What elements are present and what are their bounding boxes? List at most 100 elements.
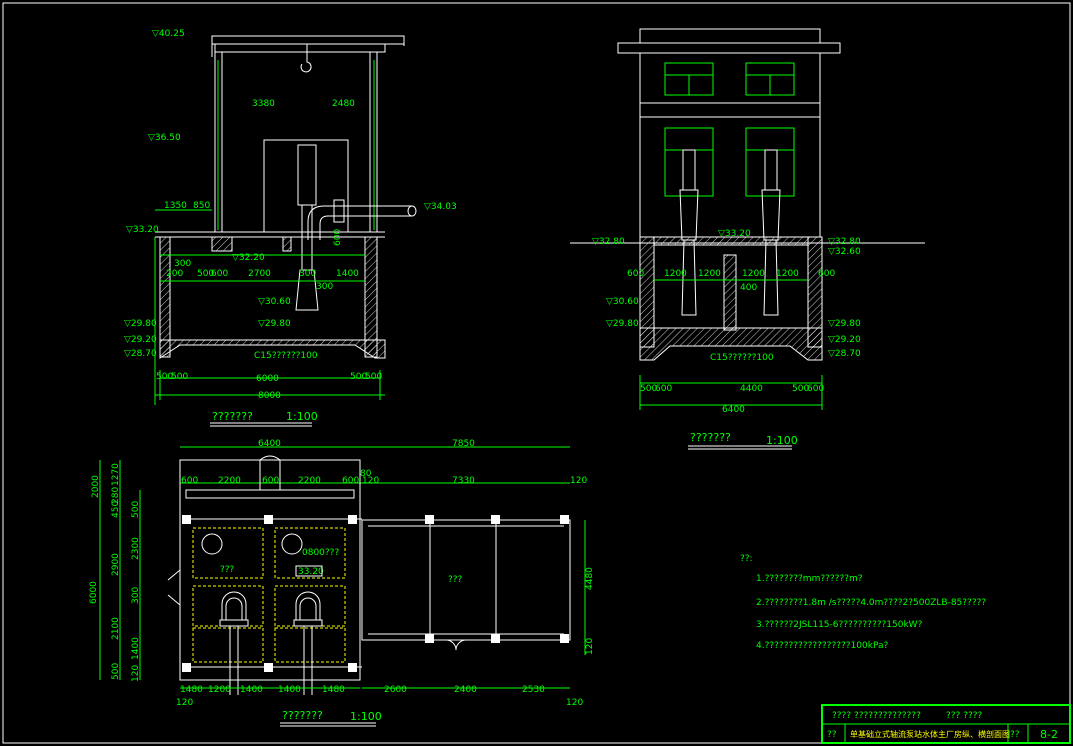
plan-column xyxy=(560,634,569,643)
section-elev-10: ▽28.70 xyxy=(124,349,157,359)
plan-dim-bottom: 1480 xyxy=(322,685,345,695)
section-dim: 2700 xyxy=(248,269,271,279)
plan-dim-top: 2200 xyxy=(218,476,241,486)
section-roof-beam xyxy=(214,43,386,53)
elevation-elev-4: ▽32.60 xyxy=(828,247,861,257)
section-dim: 2480 xyxy=(332,99,355,109)
section-dim: 8000 xyxy=(258,391,281,401)
elevation-dim: 1200 xyxy=(776,269,799,279)
section-scale: 1:100 xyxy=(286,410,318,423)
section-elev-2: ▽36.50 xyxy=(148,133,181,143)
elevation-dim: 6400 xyxy=(722,405,745,415)
titleblock-drawing-name: 单基础立式轴流泵站水体主厂房纵、横剖面图 xyxy=(850,729,1010,739)
plan-dim-bottom: 1480 xyxy=(180,685,203,695)
section-view: ▽40.25 ▽36.50 ▽34.03 ▽33.20 ▽32.20 ▽30.6… xyxy=(124,29,457,427)
elevation-dim: 600 xyxy=(655,384,672,394)
section-elev-6: ▽30.60 xyxy=(258,297,291,307)
plan-dim-left: 2000 xyxy=(91,475,101,498)
titleblock-code: ?? xyxy=(1010,730,1020,740)
elevation-concrete-note: C15??????100 xyxy=(710,353,774,363)
titleblock-row1: ???? ?????????????? xyxy=(832,711,921,721)
plan-dim-left: 2300 xyxy=(131,537,141,560)
elevation-dim: 1200 xyxy=(664,269,687,279)
plan-door xyxy=(445,639,467,651)
motor xyxy=(297,144,317,206)
section-dim: 6000 xyxy=(256,374,279,384)
plan-dim-left: 2100 xyxy=(111,617,121,640)
cad-drawing: ▽40.25 ▽36.50 ▽34.03 ▽33.20 ▽32.20 ▽30.6… xyxy=(2,2,1071,744)
section-elev-8: ▽29.80 xyxy=(258,319,291,329)
section-dim: 200 xyxy=(166,269,183,279)
plan-view: 6400 7850 600 2200 600 2200 600 80 120 7… xyxy=(89,439,595,727)
notes: ??: 1.????????mm??????m? 2.????????1.8m … xyxy=(740,554,986,651)
elevation-elev-2: ▽33.20 xyxy=(718,229,751,239)
section-right-wall xyxy=(364,236,378,358)
plan-dim-top: 7850 xyxy=(452,439,475,449)
plan-dim-bottom: 120 xyxy=(176,698,193,708)
note-item: 1.????????mm??????m? xyxy=(756,574,863,584)
elevation-roof xyxy=(617,42,841,54)
plan-annex-room xyxy=(361,519,571,641)
elevation-elev-9: ▽28.70 xyxy=(828,349,861,359)
section-elev-3: ▽34.03 xyxy=(424,202,457,212)
section-dim: 1350 xyxy=(164,201,187,211)
discharge-pipe xyxy=(307,205,412,240)
elevation-dim: 1200 xyxy=(742,269,765,279)
plan-dim-left: 500 xyxy=(111,663,121,680)
plan-dim-bottom: 1200 xyxy=(208,685,231,695)
note-item: 4.??????????????????100kPa? xyxy=(756,641,888,651)
plan-dim-bottom: 2400 xyxy=(454,685,477,695)
elevation-view: ▽32.80 ▽33.20 ▽32.80 ▽32.60 ▽30.60 ▽29.8… xyxy=(570,28,925,450)
elevation-dim: 600 xyxy=(807,384,824,394)
plan-dim-left: 450 xyxy=(111,501,121,518)
elevation-pump-motor xyxy=(682,149,696,191)
plan-column xyxy=(425,515,434,524)
elevation-pump-motor xyxy=(764,149,778,191)
section-dim: 850 xyxy=(193,201,210,211)
elevation-window xyxy=(664,127,714,197)
plan-dim-top: 600 xyxy=(262,476,279,486)
plan-pump-circle xyxy=(201,533,223,555)
plan-dim-left: 1270 xyxy=(111,463,121,486)
plan-column xyxy=(491,634,500,643)
elevation-dim: 600 xyxy=(627,269,644,279)
note-item: 3.??????2JSL115-6??????????150kW? xyxy=(756,620,923,630)
plan-dim-top: 7330 xyxy=(452,476,475,486)
plan-dim-top: 2200 xyxy=(298,476,321,486)
elevation-elev-6: ▽29.80 xyxy=(606,319,639,329)
elevation-elev-7: ▽29.80 xyxy=(828,319,861,329)
elevation-parapet xyxy=(639,28,821,44)
plan-dim-left: 1400 xyxy=(131,637,141,660)
section-dim: 500 xyxy=(365,372,382,382)
plan-dim-right: 4480 xyxy=(585,567,595,590)
section-elev-9: ▽29.20 xyxy=(124,335,157,345)
plan-column xyxy=(560,515,569,524)
section-dim: 300 xyxy=(299,269,316,279)
elevation-dim: 4400 xyxy=(740,384,763,394)
plan-side-door xyxy=(167,569,181,606)
section-dim: 3380 xyxy=(252,99,275,109)
plan-dim-left: 500 xyxy=(131,501,141,518)
plan-pump-circle xyxy=(281,533,303,555)
elevation-elev-5: ▽30.60 xyxy=(606,297,639,307)
plan-pump-room xyxy=(179,459,361,681)
elevation-dim: 600 xyxy=(818,269,835,279)
section-roof xyxy=(211,35,405,45)
plan-dim-left: 2900 xyxy=(111,553,121,576)
plan-dim-left: 120 xyxy=(131,665,141,682)
plan-dim-top: 6400 xyxy=(258,439,281,449)
plan-scale: 1:100 xyxy=(350,710,382,723)
elevation-dim: 1200 xyxy=(698,269,721,279)
plan-column xyxy=(491,515,500,524)
section-dim: 1400 xyxy=(336,269,359,279)
plan-dim-top: 600 xyxy=(342,476,359,486)
section-dim: 500 xyxy=(171,372,188,382)
section-dim: 600 xyxy=(211,269,228,279)
plan-dim-bottom: 1400 xyxy=(240,685,263,695)
plan-dim-bottom: 120 xyxy=(566,698,583,708)
crane-hook-icon xyxy=(300,44,312,73)
plan-column xyxy=(425,634,434,643)
section-pipe-dim: 600 xyxy=(333,229,343,246)
notes-header: ??: xyxy=(740,554,753,564)
titleblock-label: ?? xyxy=(827,730,837,740)
